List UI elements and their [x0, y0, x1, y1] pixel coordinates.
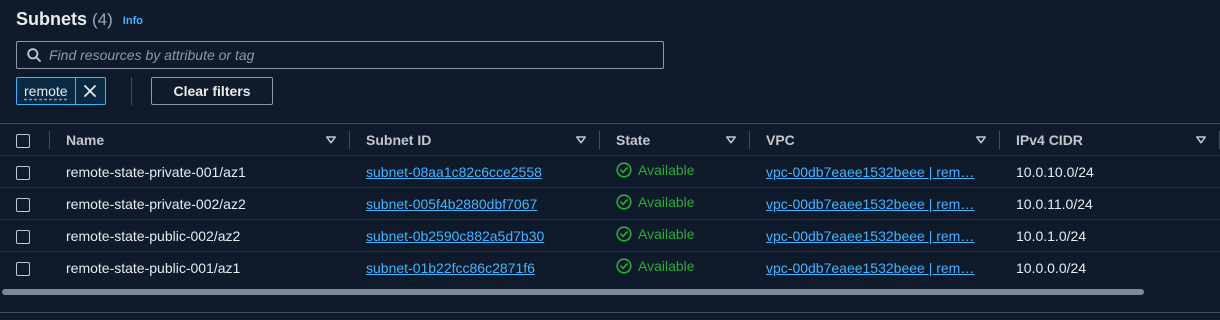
row-select-cell [0, 156, 50, 188]
ipv4-cidr: 10.0.11.0/24 [1016, 195, 1093, 212]
check-circle-icon [616, 258, 632, 274]
column-header-subnet-id[interactable]: Subnet ID [350, 124, 600, 156]
ipv4-cidr: 10.0.1.0/24 [1016, 227, 1087, 244]
row-select-cell [0, 252, 50, 284]
subnet-id-cell: subnet-0b2590c882a5d7b30 [350, 220, 600, 252]
subnet-id-link[interactable]: subnet-0b2590c882a5d7b30 [366, 228, 544, 244]
state-cell: Available [600, 220, 750, 252]
ipv4-cidr: 10.0.10.0/24 [1016, 163, 1094, 180]
vpc-cell: vpc-00db7eaee1532beee | rem… [750, 220, 1000, 252]
close-icon [84, 85, 96, 97]
select-all-header [0, 124, 50, 156]
column-label: IPv4 CIDR [1016, 131, 1083, 148]
state-cell: Available [600, 188, 750, 220]
table-row[interactable]: remote-state-private-001/az1 subnet-08aa… [0, 155, 1220, 188]
caret-down-icon[interactable] [976, 136, 986, 144]
subnet-id-link[interactable]: subnet-005f4b2880dbf7067 [366, 196, 537, 212]
subnet-name: remote-state-private-002/az2 [66, 195, 246, 212]
vpc-cell: vpc-00db7eaee1532beee | rem… [750, 156, 1000, 188]
column-header-state[interactable]: State [600, 124, 750, 156]
caret-down-icon[interactable] [326, 136, 336, 144]
subnet-id-link[interactable]: subnet-01b22fcc86c2871f6 [366, 260, 535, 276]
column-label: VPC [766, 131, 795, 148]
vpc-link[interactable]: vpc-00db7eaee1532beee | rem… [766, 260, 974, 276]
info-link[interactable]: Info [123, 15, 143, 27]
state-indicator: Available [616, 258, 695, 274]
column-label: Name [66, 131, 105, 148]
filter-token-dismiss-button[interactable] [74, 78, 105, 104]
caret-down-icon[interactable] [576, 136, 586, 144]
scrollbar-thumb[interactable] [2, 289, 1144, 295]
subnet-id-cell: subnet-08aa1c82c6cce2558 [350, 156, 600, 188]
state-label: Available [638, 226, 695, 242]
page-title: Subnets [16, 9, 88, 29]
filter-divider [131, 77, 132, 105]
row-select-cell [0, 220, 50, 252]
horizontal-scrollbar[interactable] [0, 287, 1220, 297]
state-cell: Available [600, 252, 750, 284]
caret-down-icon[interactable] [726, 136, 736, 144]
check-circle-icon [616, 226, 632, 242]
subnets-table: Name Subnet ID State VPC IPv4 CIDR remot… [0, 123, 1220, 299]
vpc-cell: vpc-00db7eaee1532beee | rem… [750, 188, 1000, 220]
filter-token-label[interactable]: remote [17, 78, 75, 104]
column-header-vpc[interactable]: VPC [750, 124, 1000, 156]
state-label: Available [638, 194, 695, 210]
search-icon [27, 48, 41, 62]
table-row[interactable]: remote-state-private-002/az2 subnet-005f… [0, 187, 1220, 220]
row-checkbox[interactable] [16, 261, 30, 276]
page-header: Subnets (4) Info [16, 9, 143, 30]
row-checkbox[interactable] [16, 229, 30, 244]
vpc-link[interactable]: vpc-00db7eaee1532beee | rem… [766, 228, 974, 244]
vpc-link[interactable]: vpc-00db7eaee1532beee | rem… [766, 164, 974, 180]
resource-count: (4) [92, 10, 113, 29]
vpc-cell: vpc-00db7eaee1532beee | rem… [750, 252, 1000, 284]
row-checkbox[interactable] [16, 165, 30, 180]
state-label: Available [638, 162, 695, 178]
clear-filters-button[interactable]: Clear filters [151, 77, 273, 105]
column-header-name[interactable]: Name [50, 124, 350, 156]
subnet-id-cell: subnet-01b22fcc86c2871f6 [350, 252, 600, 284]
subnet-name: remote-state-public-002/az2 [66, 227, 241, 244]
filter-token: remote [16, 77, 106, 105]
vpc-link[interactable]: vpc-00db7eaee1532beee | rem… [766, 196, 974, 212]
ipv4-cidr: 10.0.0.0/24 [1016, 259, 1087, 276]
state-indicator: Available [616, 194, 695, 210]
search-input[interactable] [49, 47, 629, 63]
check-circle-icon [616, 194, 632, 210]
caret-down-icon[interactable] [1196, 136, 1206, 144]
state-indicator: Available [616, 226, 695, 242]
check-circle-icon [616, 162, 632, 178]
subnet-id-link[interactable]: subnet-08aa1c82c6cce2558 [366, 164, 542, 180]
select-all-checkbox[interactable] [16, 133, 30, 148]
state-label: Available [638, 258, 695, 275]
subnet-name: remote-state-public-001/az1 [66, 259, 241, 276]
state-indicator: Available [616, 162, 695, 178]
state-cell: Available [600, 156, 750, 188]
table-bottom-divider [0, 312, 1220, 313]
table-row[interactable]: remote-state-public-002/az2 subnet-0b259… [0, 219, 1220, 252]
column-label: Subnet ID [366, 131, 432, 148]
subnet-id-cell: subnet-005f4b2880dbf7067 [350, 188, 600, 220]
table-row[interactable]: remote-state-public-001/az1 subnet-01b22… [0, 251, 1220, 284]
row-select-cell [0, 188, 50, 220]
row-checkbox[interactable] [16, 197, 30, 212]
search-bar[interactable] [16, 41, 664, 69]
column-label: State [616, 131, 651, 148]
column-header-ipv4-cidr[interactable]: IPv4 CIDR [1000, 124, 1220, 156]
subnet-name: remote-state-private-001/az1 [66, 163, 246, 180]
table-header-row: Name Subnet ID State VPC IPv4 CIDR [0, 123, 1220, 156]
